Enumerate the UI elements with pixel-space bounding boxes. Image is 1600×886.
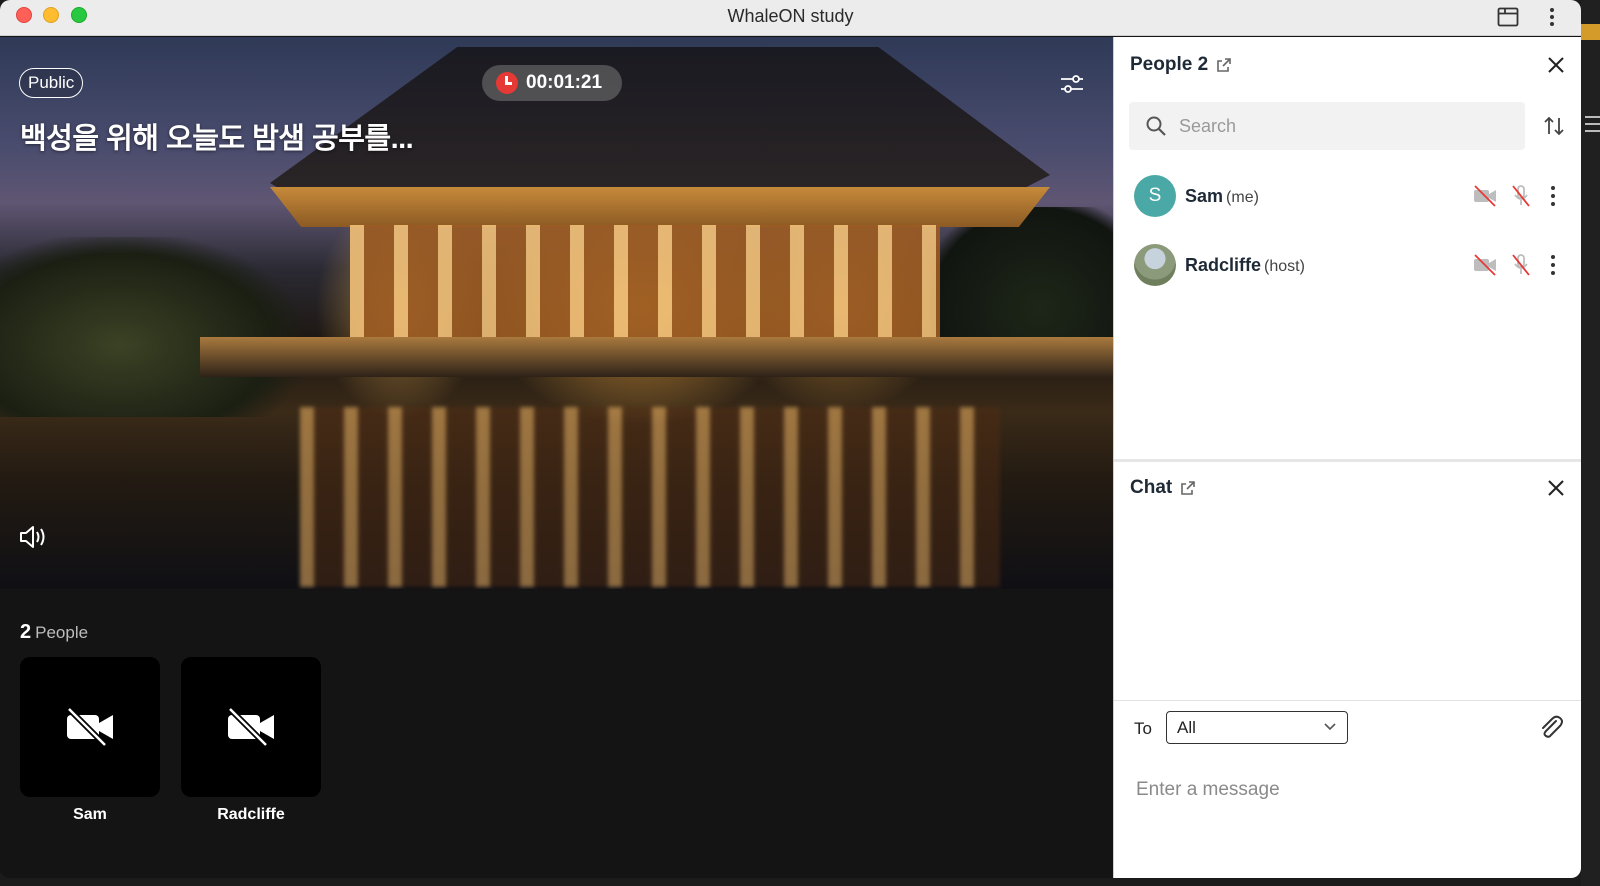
- paperclip-icon[interactable]: [1536, 713, 1564, 741]
- camera-off-icon[interactable]: [1472, 183, 1498, 209]
- chevron-down-icon: [1324, 723, 1336, 731]
- participant-tile[interactable]: [20, 657, 160, 797]
- window-title: WhaleON study: [727, 6, 854, 26]
- avatar: [1134, 244, 1176, 286]
- layout-icon[interactable]: [1496, 5, 1520, 29]
- mic-off-icon[interactable]: [1508, 183, 1534, 209]
- close-people-panel-button[interactable]: [1544, 53, 1568, 77]
- menu-icon: [1585, 116, 1600, 137]
- app-window: WhaleON study Public 백성을 위해 오늘도 밤샘 공부를..…: [0, 0, 1581, 878]
- room-background-video: Public 백성을 위해 오늘도 밤샘 공부를... 00:01:21: [0, 37, 1113, 589]
- recipient-selected: All: [1177, 717, 1196, 737]
- participant-tile-name: Sam: [73, 806, 107, 823]
- more-vertical-icon[interactable]: [1540, 183, 1566, 209]
- external-link-icon[interactable]: [1180, 480, 1196, 496]
- close-chat-panel-button[interactable]: [1544, 476, 1568, 500]
- more-vertical-icon[interactable]: [1540, 5, 1564, 29]
- recipient-label: To: [1134, 719, 1152, 738]
- visibility-badge: Public: [19, 68, 84, 98]
- alarm-clock-icon: [496, 72, 518, 94]
- side-panel: People 2 S Sam(me) Radcliffe(host): [1114, 37, 1581, 878]
- camera-off-icon: [227, 707, 274, 747]
- background-window-edge: [1581, 0, 1600, 886]
- close-icon: [1548, 57, 1564, 73]
- member-role: (me): [1226, 188, 1259, 206]
- chat-panel-title: Chat: [1130, 477, 1196, 499]
- timer-value: 00:01:21: [526, 72, 603, 93]
- mic-off-icon[interactable]: [1508, 252, 1534, 278]
- participant-tile-name: Radcliffe: [217, 806, 285, 823]
- member-name: Radcliffe: [1185, 254, 1262, 275]
- member-row[interactable]: S Sam (me): [1114, 166, 1581, 226]
- more-vertical-icon[interactable]: [1540, 252, 1566, 278]
- camera-off-icon[interactable]: [1472, 252, 1498, 278]
- sort-arrows-icon[interactable]: [1542, 114, 1566, 138]
- close-icon: [1548, 480, 1564, 496]
- speaker-icon[interactable]: [18, 523, 50, 551]
- people-panel-title: People 2: [1130, 54, 1232, 76]
- member-row[interactable]: Radcliffe (host): [1114, 235, 1581, 295]
- people-search[interactable]: [1129, 102, 1525, 150]
- member-name: Sam: [1185, 185, 1224, 206]
- message-input[interactable]: [1136, 775, 1556, 805]
- external-link-icon[interactable]: [1216, 57, 1232, 73]
- people-count: 2 People: [20, 621, 89, 643]
- search-input[interactable]: [1179, 115, 1509, 137]
- search-icon: [1146, 116, 1166, 136]
- camera-off-icon: [66, 707, 113, 747]
- recipient-select[interactable]: All: [1166, 711, 1348, 744]
- sliders-icon[interactable]: [1058, 70, 1086, 98]
- member-role: (host): [1264, 257, 1305, 275]
- avatar: S: [1134, 175, 1176, 217]
- study-timer[interactable]: 00:01:21: [482, 65, 622, 101]
- room-title: 백성을 위해 오늘도 밤샘 공부를...: [20, 123, 414, 155]
- title-bar: WhaleON study: [0, 0, 1581, 36]
- participant-tile[interactable]: [181, 657, 321, 797]
